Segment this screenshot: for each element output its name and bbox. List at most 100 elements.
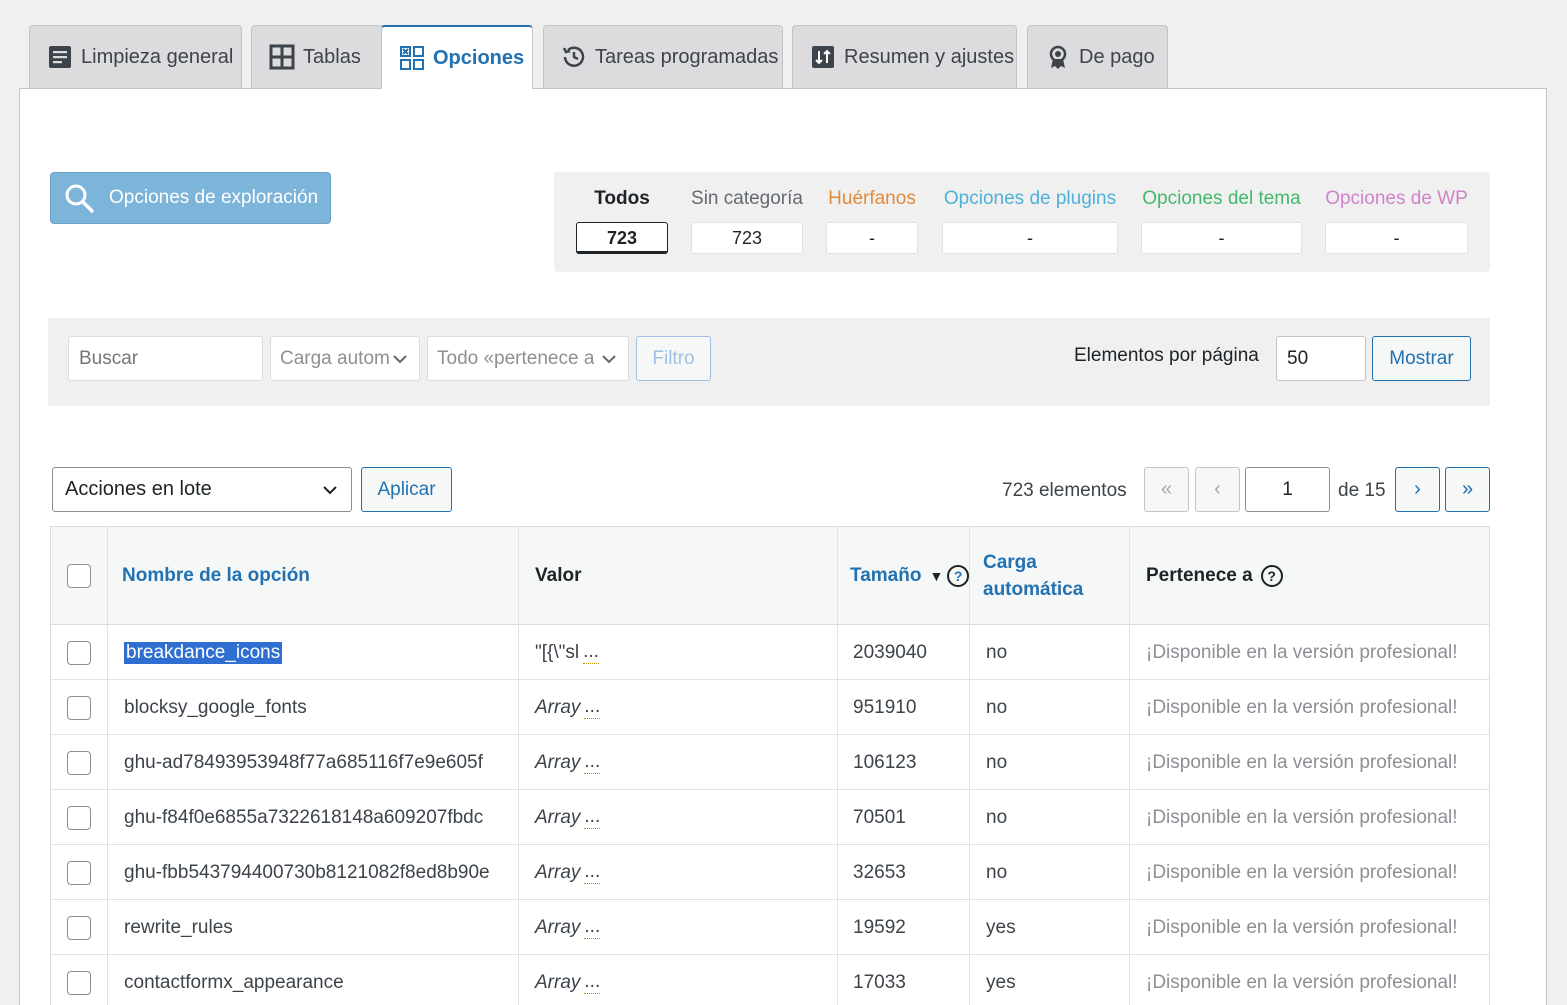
row-checkbox[interactable] [67,640,91,665]
tab-de-pago[interactable]: De pago [1027,25,1168,88]
current-page-input[interactable]: 1 [1245,467,1330,512]
options-grid-icon [398,44,426,72]
filter-button[interactable]: Filtro [636,336,711,381]
row-checkbox[interactable] [67,915,91,940]
column-size[interactable]: Tamaño ▼ ? [838,527,970,625]
filter-count: - [1141,222,1302,254]
table-row: blocksy_google_fonts Array... 951910 no ¡Dis… [51,680,1489,735]
tab-limpieza-general[interactable]: Limpieza general [29,25,242,88]
filter-label: Opciones del tema [1142,188,1301,209]
scan-options-button[interactable]: Opciones de exploración [50,172,331,224]
autoload-select-value: Carga autom [280,348,390,369]
autoload-cell: no [970,735,1130,790]
document-list-icon [46,43,74,71]
option-value: Array [535,751,581,773]
select-all-cell [51,527,108,625]
size-cell: 19592 [838,900,970,955]
tab-opciones[interactable]: Opciones [381,25,533,89]
filter-todos[interactable]: Todos 723 [576,186,668,254]
option-belongs: ¡Disponible en la versión profesional! [1146,696,1458,718]
option-name[interactable]: contactformx_appearance [124,972,344,994]
expand-value-link[interactable]: ... [584,861,601,884]
size-cell: 70501 [838,790,970,845]
size-cell: 32653 [838,845,970,900]
belongs-cell: ¡Disponible en la versión profesional! [1130,900,1490,955]
row-select-cell [51,900,108,955]
filter-count: 723 [576,222,668,254]
filter-huerfanos[interactable]: Huérfanos - [826,186,918,254]
row-select-cell [51,625,108,680]
apply-button[interactable]: Aplicar [361,467,452,512]
prev-page-button[interactable]: ‹ [1195,467,1240,512]
option-name-cell: blocksy_google_fonts [108,680,519,735]
expand-value-link[interactable]: ... [584,971,601,994]
table-row: contactformx_appearance Array... 17033 yes ¡… [51,955,1489,1005]
row-checkbox[interactable] [67,695,91,720]
option-name[interactable]: ghu-ad78493953948f77a685116f7e9e605f [124,752,483,774]
option-name[interactable]: ghu-fbb543794400730b8121082f8ed8b90e [124,862,490,884]
value-cell: Array... [519,845,838,900]
option-belongs: ¡Disponible en la versión profesional! [1146,641,1458,663]
tab-resumen-ajustes[interactable]: Resumen y ajustes [792,25,1017,88]
column-label: Nombre de la opción [122,565,310,586]
option-name[interactable]: rewrite_rules [124,917,233,939]
help-icon[interactable]: ? [1260,565,1283,587]
row-checkbox[interactable] [67,750,91,775]
show-button[interactable]: Mostrar [1372,336,1471,381]
option-name[interactable]: ghu-f84f0e6855a7322618148a609207fbdc [124,807,483,829]
column-autoload[interactable]: Carga automática [970,527,1130,625]
option-autoload: no [986,806,1008,828]
autoload-select[interactable]: Carga autom [270,336,420,381]
value-cell: Array... [519,735,838,790]
filter-opciones-tema[interactable]: Opciones del tema - [1141,186,1302,254]
column-label: Pertenece a [1146,565,1253,586]
tab-label: Limpieza general [81,45,234,68]
column-label: Valor [535,565,582,586]
row-checkbox[interactable] [67,970,91,995]
belongs-cell: ¡Disponible en la versión profesional! [1130,680,1490,735]
expand-value-link[interactable]: ... [584,751,601,774]
per-page-input[interactable]: 50 [1276,336,1366,381]
filter-sin-categoria[interactable]: Sin categoría 723 [691,186,803,254]
tab-label: De pago [1079,45,1155,68]
bulk-actions-select[interactable]: Acciones en lote [52,467,352,512]
tab-tablas[interactable]: Tablas [251,25,400,88]
belongs-cell: ¡Disponible en la versión profesional! [1130,625,1490,680]
column-option-name[interactable]: Nombre de la opción [108,527,519,625]
option-name[interactable]: blocksy_google_fonts [124,697,307,719]
value-cell: Array... [519,955,838,1005]
first-page-button[interactable]: « [1144,467,1189,512]
last-page-button[interactable]: » [1445,467,1490,512]
filter-opciones-plugins[interactable]: Opciones de plugins - [942,186,1118,254]
belongs-select[interactable]: Todo «pertenece a» [427,336,629,381]
help-icon[interactable]: ? [947,565,969,587]
option-belongs: ¡Disponible en la versión profesional! [1146,916,1458,938]
expand-value-link[interactable]: ... [584,916,601,939]
option-name[interactable]: breakdance_icons [124,641,283,664]
value-cell: Array... [519,790,838,845]
option-belongs: ¡Disponible en la versión profesional! [1146,861,1458,883]
sort-desc-icon: ▼ [929,568,944,584]
select-all-checkbox[interactable] [67,564,91,588]
table-header: Nombre de la opción Valor Tamaño ▼ ? Car… [51,527,1489,625]
next-page-button[interactable]: › [1395,467,1440,512]
belongs-cell: ¡Disponible en la versión profesional! [1130,845,1490,900]
option-name-cell: ghu-f84f0e6855a7322618148a609207fbdc [108,790,519,845]
filter-opciones-wp[interactable]: Opciones de WP - [1325,186,1468,254]
row-select-cell [51,845,108,900]
search-icon [63,182,95,214]
row-checkbox[interactable] [67,860,91,885]
belongs-select-value: Todo «pertenece a» [437,348,594,369]
expand-value-link[interactable]: ... [584,806,601,829]
expand-value-link[interactable]: ... [584,696,601,719]
expand-value-link[interactable]: ... [583,641,599,664]
row-checkbox[interactable] [67,805,91,830]
search-input[interactable] [68,336,263,381]
option-size: 32653 [853,861,906,883]
size-cell: 2039040 [838,625,970,680]
filter-count: - [942,222,1118,254]
filter-count: 723 [691,222,803,254]
tab-tareas-programadas[interactable]: Tareas programadas [543,25,783,88]
column-label: Tamaño [850,565,922,586]
sort-arrows-icon [809,43,837,71]
